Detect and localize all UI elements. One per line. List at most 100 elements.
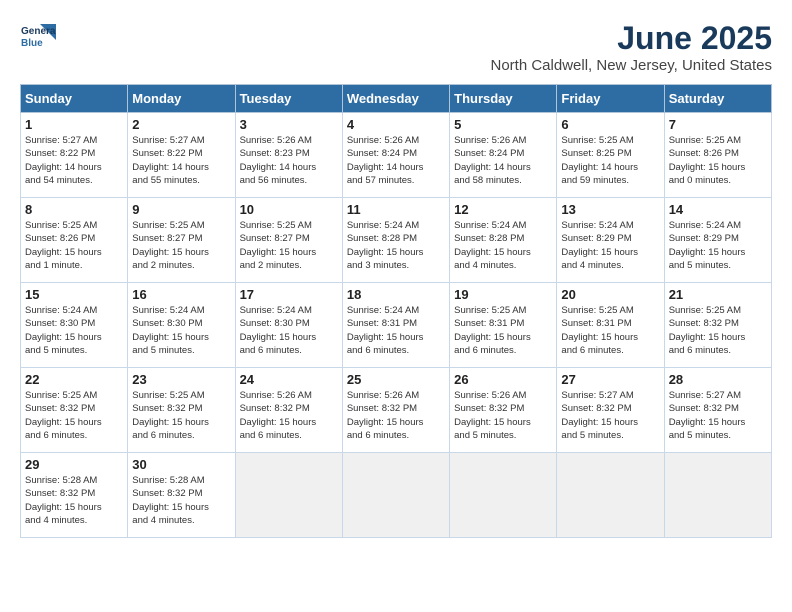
calendar-day-cell: 13Sunrise: 5:24 AM Sunset: 8:29 PM Dayli… (557, 198, 664, 283)
calendar-day-cell: 22 Sunrise: 5:25 AM Sunset: 8:32 PM Dayli… (21, 368, 128, 453)
day-number: 2 (132, 117, 230, 132)
month-title: June 2025 (491, 20, 773, 57)
calendar-week-row: 8 Sunrise: 5:25 AM Sunset: 8:26 PM Daylig… (21, 198, 772, 283)
calendar-day-cell (557, 453, 664, 538)
day-info: Sunrise: 5:26 AM Sunset: 8:24 PM Dayligh… (454, 134, 552, 187)
day-info: Sunrise: 5:26 AM Sunset: 8:32 PM Dayligh… (347, 389, 445, 442)
day-info: Sunrise: 5:27 AM Sunset: 8:22 PM Dayligh… (25, 134, 123, 187)
day-info: Sunrise: 5:27 AM Sunset: 8:32 PM Dayligh… (669, 389, 767, 442)
calendar-day-cell: 6 Sunrise: 5:25 AM Sunset: 8:25 PM Daylig… (557, 113, 664, 198)
day-number: 11 (347, 202, 445, 217)
calendar-day-cell: 3 Sunrise: 5:26 AM Sunset: 8:23 PM Daylig… (235, 113, 342, 198)
day-number: 26 (454, 372, 552, 387)
day-info: Sunrise: 5:25 AM Sunset: 8:25 PM Dayligh… (561, 134, 659, 187)
day-info: Sunrise: 5:25 AM Sunset: 8:26 PM Dayligh… (25, 219, 123, 272)
calendar-day-cell (664, 453, 771, 538)
day-number: 23 (132, 372, 230, 387)
calendar-week-row: 15Sunrise: 5:24 AM Sunset: 8:30 PM Dayli… (21, 283, 772, 368)
day-number: 6 (561, 117, 659, 132)
calendar-day-cell: 12 Sunrise: 5:24 AM Sunset: 8:28 PM Dayli… (450, 198, 557, 283)
day-number: 5 (454, 117, 552, 132)
day-number: 16 (132, 287, 230, 302)
day-number: 25 (347, 372, 445, 387)
day-info: Sunrise: 5:26 AM Sunset: 8:32 PM Dayligh… (454, 389, 552, 442)
day-number: 8 (25, 202, 123, 217)
svg-text:Blue: Blue (21, 38, 43, 49)
day-info: Sunrise: 5:24 AM Sunset: 8:30 PM Dayligh… (132, 304, 230, 357)
day-number: 17 (240, 287, 338, 302)
calendar-day-cell: 11 Sunrise: 5:24 AM Sunset: 8:28 PM Dayli… (342, 198, 449, 283)
day-info: Sunrise: 5:25 AM Sunset: 8:27 PM Dayligh… (240, 219, 338, 272)
calendar-day-cell: 2 Sunrise: 5:27 AM Sunset: 8:22 PM Daylig… (128, 113, 235, 198)
day-number: 22 (25, 372, 123, 387)
day-number: 7 (669, 117, 767, 132)
calendar-body: 1 Sunrise: 5:27 AM Sunset: 8:22 PM Daylig… (21, 113, 772, 538)
day-info: Sunrise: 5:24 AM Sunset: 8:28 PM Dayligh… (454, 219, 552, 272)
day-number: 4 (347, 117, 445, 132)
day-info: Sunrise: 5:24 AM Sunset: 8:30 PM Dayligh… (25, 304, 123, 357)
logo-icon: General Blue (20, 20, 56, 56)
calendar-day-cell: 7 Sunrise: 5:25 AM Sunset: 8:26 PM Daylig… (664, 113, 771, 198)
day-number: 12 (454, 202, 552, 217)
calendar-header-cell: Wednesday (342, 85, 449, 113)
calendar-day-cell: 30 Sunrise: 5:28 AM Sunset: 8:32 PM Dayli… (128, 453, 235, 538)
day-info: Sunrise: 5:25 AM Sunset: 8:27 PM Dayligh… (132, 219, 230, 272)
day-number: 19 (454, 287, 552, 302)
day-info: Sunrise: 5:24 AM Sunset: 8:28 PM Dayligh… (347, 219, 445, 272)
calendar-header-cell: Saturday (664, 85, 771, 113)
day-number: 1 (25, 117, 123, 132)
calendar-header-cell: Monday (128, 85, 235, 113)
day-number: 3 (240, 117, 338, 132)
day-info: Sunrise: 5:24 AM Sunset: 8:29 PM Dayligh… (669, 219, 767, 272)
day-info: Sunrise: 5:24 AM Sunset: 8:30 PM Dayligh… (240, 304, 338, 357)
day-info: Sunrise: 5:25 AM Sunset: 8:32 PM Dayligh… (669, 304, 767, 357)
location-title: North Caldwell, New Jersey, United State… (491, 57, 773, 74)
svg-text:General: General (21, 26, 56, 37)
calendar-day-cell: 29 Sunrise: 5:28 AM Sunset: 8:32 PM Dayli… (21, 453, 128, 538)
calendar-day-cell: 21 Sunrise: 5:25 AM Sunset: 8:32 PM Dayli… (664, 283, 771, 368)
day-info: Sunrise: 5:28 AM Sunset: 8:32 PM Dayligh… (132, 474, 230, 527)
calendar-header-cell: Tuesday (235, 85, 342, 113)
calendar-day-cell: 26 Sunrise: 5:26 AM Sunset: 8:32 PM Dayli… (450, 368, 557, 453)
calendar-day-cell: 19Sunrise: 5:25 AM Sunset: 8:31 PM Dayli… (450, 283, 557, 368)
day-info: Sunrise: 5:24 AM Sunset: 8:29 PM Dayligh… (561, 219, 659, 272)
calendar-week-row: 1 Sunrise: 5:27 AM Sunset: 8:22 PM Daylig… (21, 113, 772, 198)
calendar-day-cell (235, 453, 342, 538)
day-info: Sunrise: 5:27 AM Sunset: 8:32 PM Dayligh… (561, 389, 659, 442)
calendar-day-cell: 17 Sunrise: 5:24 AM Sunset: 8:30 PM Dayli… (235, 283, 342, 368)
calendar-header-cell: Sunday (21, 85, 128, 113)
day-number: 20 (561, 287, 659, 302)
calendar-day-cell: 14 Sunrise: 5:24 AM Sunset: 8:29 PM Dayli… (664, 198, 771, 283)
day-info: Sunrise: 5:25 AM Sunset: 8:32 PM Dayligh… (132, 389, 230, 442)
day-info: Sunrise: 5:24 AM Sunset: 8:31 PM Dayligh… (347, 304, 445, 357)
calendar-day-cell: 4 Sunrise: 5:26 AM Sunset: 8:24 PM Daylig… (342, 113, 449, 198)
calendar-day-cell: 23 Sunrise: 5:25 AM Sunset: 8:32 PM Dayli… (128, 368, 235, 453)
calendar-day-cell: 10Sunrise: 5:25 AM Sunset: 8:27 PM Dayli… (235, 198, 342, 283)
page-header: General Blue June 2025 North Caldwell, N… (20, 20, 772, 74)
calendar-header-cell: Thursday (450, 85, 557, 113)
day-number: 21 (669, 287, 767, 302)
calendar-day-cell (342, 453, 449, 538)
day-info: Sunrise: 5:25 AM Sunset: 8:32 PM Dayligh… (25, 389, 123, 442)
day-number: 30 (132, 457, 230, 472)
calendar-week-row: 22 Sunrise: 5:25 AM Sunset: 8:32 PM Dayli… (21, 368, 772, 453)
calendar-day-cell: 25 Sunrise: 5:26 AM Sunset: 8:32 PM Dayli… (342, 368, 449, 453)
calendar-day-cell: 28Sunrise: 5:27 AM Sunset: 8:32 PM Dayli… (664, 368, 771, 453)
day-info: Sunrise: 5:25 AM Sunset: 8:26 PM Dayligh… (669, 134, 767, 187)
calendar-day-cell: 20 Sunrise: 5:25 AM Sunset: 8:31 PM Dayli… (557, 283, 664, 368)
day-info: Sunrise: 5:26 AM Sunset: 8:24 PM Dayligh… (347, 134, 445, 187)
day-info: Sunrise: 5:25 AM Sunset: 8:31 PM Dayligh… (561, 304, 659, 357)
day-number: 9 (132, 202, 230, 217)
day-number: 14 (669, 202, 767, 217)
day-info: Sunrise: 5:26 AM Sunset: 8:23 PM Dayligh… (240, 134, 338, 187)
calendar-day-cell: 24Sunrise: 5:26 AM Sunset: 8:32 PM Dayli… (235, 368, 342, 453)
day-info: Sunrise: 5:26 AM Sunset: 8:32 PM Dayligh… (240, 389, 338, 442)
day-number: 29 (25, 457, 123, 472)
calendar-day-cell: 16 Sunrise: 5:24 AM Sunset: 8:30 PM Dayli… (128, 283, 235, 368)
calendar-day-cell: 1 Sunrise: 5:27 AM Sunset: 8:22 PM Daylig… (21, 113, 128, 198)
day-number: 18 (347, 287, 445, 302)
day-info: Sunrise: 5:28 AM Sunset: 8:32 PM Dayligh… (25, 474, 123, 527)
calendar-header-row: SundayMondayTuesdayWednesdayThursdayFrid… (21, 85, 772, 113)
calendar-day-cell: 5 Sunrise: 5:26 AM Sunset: 8:24 PM Daylig… (450, 113, 557, 198)
day-info: Sunrise: 5:27 AM Sunset: 8:22 PM Dayligh… (132, 134, 230, 187)
